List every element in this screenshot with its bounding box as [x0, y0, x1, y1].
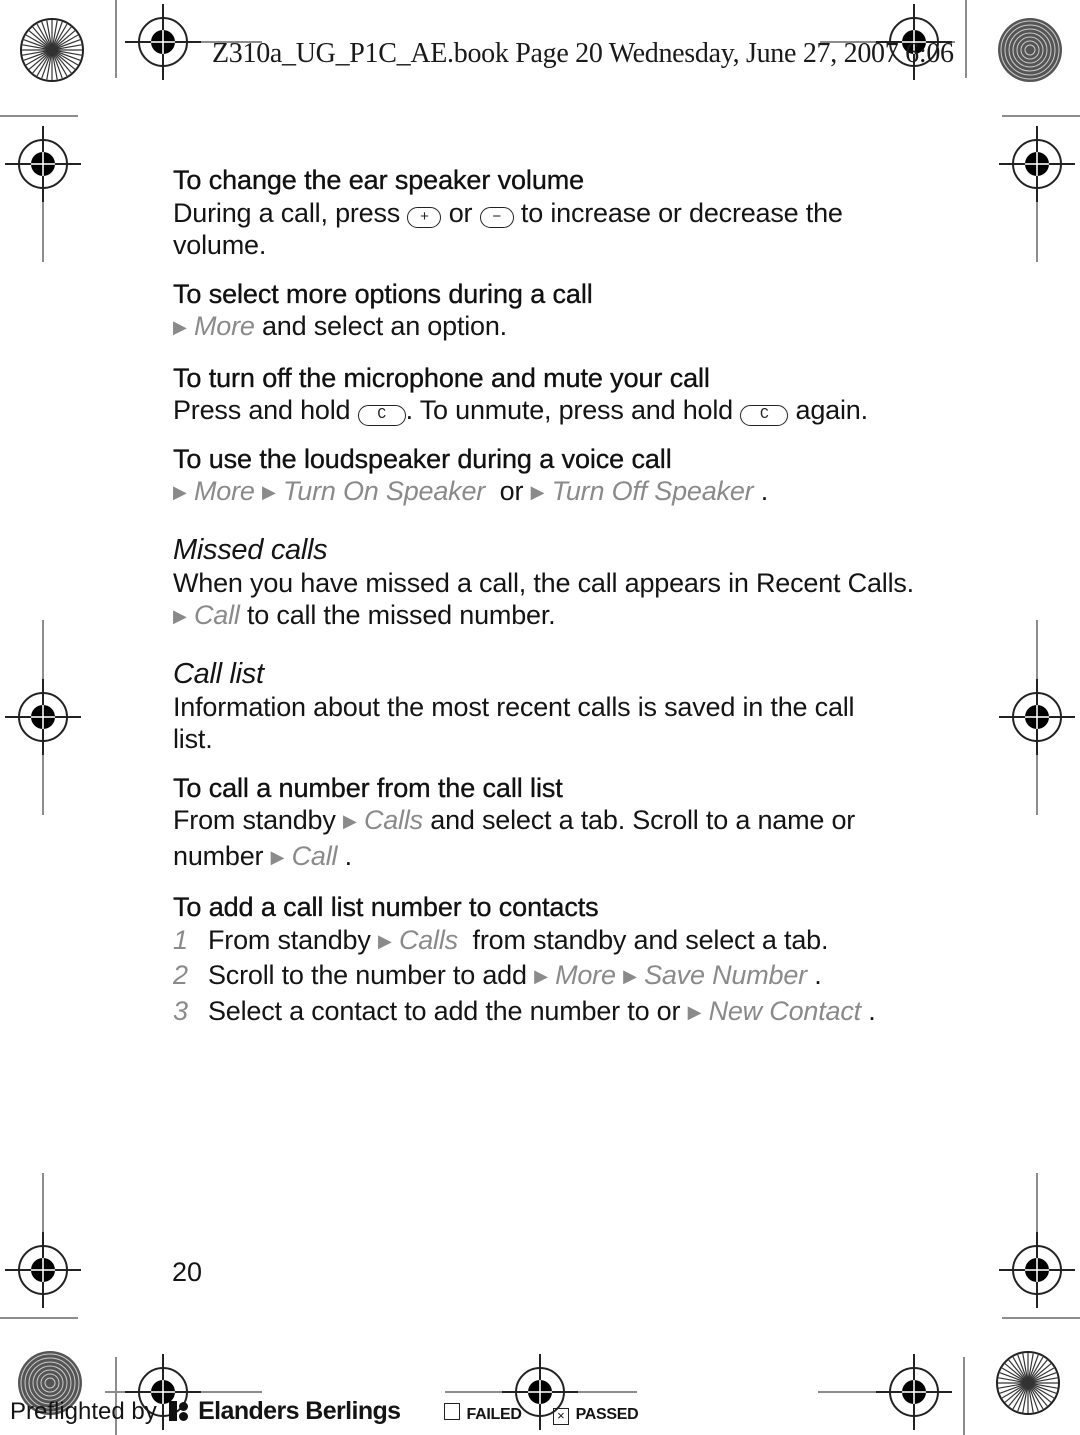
list-item: 2 Scroll to the number to add ▶ More ▶ S… — [173, 959, 933, 995]
registration-mark-right-upper — [998, 125, 1076, 203]
text-run: and select an option. — [254, 311, 507, 341]
section-text: Information about the most recent calls … — [173, 691, 855, 755]
book-slug-header: Z310a_UG_P1C_AE.book Page 20 Wednesday, … — [212, 38, 954, 69]
step-number: 3 — [173, 995, 188, 1026]
preflight-label: Preflighted by — [10, 1398, 157, 1425]
text-run: . — [337, 840, 353, 871]
text-run: or — [441, 197, 480, 228]
section-text: During a call, press + or − to increase … — [173, 197, 933, 262]
arrow-right-icon: ▶ — [530, 482, 545, 502]
section-text: From standby ▶ Calls and select a tab. S… — [173, 804, 893, 875]
registration-mark-bottom-right — [875, 1353, 953, 1431]
menu-item-more: More — [193, 476, 255, 506]
text-run: When you have missed a call, the call ap… — [173, 567, 914, 598]
section-title: Call list — [173, 657, 264, 690]
text-run: or — [485, 476, 531, 506]
menu-item-call: Call — [193, 600, 240, 630]
arrow-right-icon: ▶ — [623, 966, 637, 986]
failed-label: FAILED — [466, 1406, 522, 1423]
brand-name: Elanders Berlings — [198, 1397, 401, 1425]
arrow-right-icon: ▶ — [270, 846, 285, 867]
arrow-right-icon: ▶ — [534, 966, 548, 986]
section-ear-volume: To change the ear speaker volume During … — [173, 164, 933, 262]
section-heading: To use the loudspeaker during a voice ca… — [173, 443, 672, 474]
section-heading: To call a number from the call list — [173, 772, 563, 803]
section-loudspeaker: To use the loudspeaker during a voice ca… — [173, 443, 933, 511]
registration-mark-top-left — [124, 3, 202, 81]
list-item: 1 From standby ▶ Calls from standby and … — [173, 924, 933, 960]
preflight-stamp: Preflighted by Elanders Berlings FAILED … — [10, 1397, 639, 1426]
steps-list: 1 From standby ▶ Calls from standby and … — [173, 924, 933, 1031]
clear-key-icon: C — [357, 405, 406, 426]
list-item: 3 Select a contact to add the number to … — [173, 995, 933, 1031]
section-title: Missed calls — [173, 533, 328, 566]
arrow-right-icon: ▶ — [377, 930, 392, 951]
text-run: From standby — [173, 805, 343, 835]
text-run: again. — [788, 395, 869, 425]
arrow-right-icon: ▶ — [173, 606, 187, 626]
text-run: . To unmute, press and hold — [405, 395, 741, 425]
starburst-mark-bottom-right — [996, 1351, 1060, 1415]
page-content: To change the ear speaker volume During … — [173, 164, 933, 1046]
section-missed-calls: Missed calls When you have missed a call… — [173, 533, 933, 635]
arrow-right-icon: ▶ — [262, 482, 276, 502]
text-run: Select a contact to add the number to or — [208, 995, 688, 1026]
text-run: Scroll to the number to add — [208, 960, 535, 990]
arrow-right-icon: ▶ — [687, 1001, 702, 1022]
text-run: During a call, press — [173, 197, 408, 228]
failed-checkbox — [443, 1403, 460, 1420]
section-call-from-list: To call a number from the call list From… — [173, 772, 933, 876]
text-run: from standby and select a tab. — [457, 924, 829, 955]
step-number: 2 — [173, 960, 188, 990]
section-text: ▶ More and select an option. — [173, 310, 933, 346]
registration-mark-left-lower — [4, 1231, 82, 1309]
volume-down-key-icon: − — [479, 206, 514, 228]
step-number: 1 — [173, 924, 188, 955]
menu-item-calls: Calls — [398, 924, 458, 955]
section-text: Press and hold C. To unmute, press and h… — [173, 394, 933, 427]
elanders-logo-icon — [169, 1401, 191, 1421]
section-heading: To select more options during a call — [173, 278, 593, 309]
section-heading: To turn off the microphone and mute your… — [173, 362, 710, 393]
registration-mark-left-upper — [4, 125, 82, 203]
menu-item-more: More — [555, 960, 616, 990]
menu-item-turn-off-speaker: Turn Off Speaker — [551, 476, 754, 506]
text-run: Press and hold — [173, 395, 358, 425]
arrow-right-icon: ▶ — [342, 811, 357, 831]
section-call-list: Call list Information about the most rec… — [173, 657, 933, 756]
arrow-right-icon: ▶ — [173, 482, 187, 502]
starburst-mark-top-left — [20, 18, 84, 82]
section-text: ▶ More ▶ Turn On Speaker or ▶ Turn Off S… — [173, 475, 933, 511]
section-heading: To add a call list number to contacts — [173, 892, 599, 922]
section-more-options: To select more options during a call ▶ M… — [173, 278, 933, 346]
section-add-to-contacts: To add a call list number to contacts 1 … — [173, 891, 933, 1030]
passed-label: PASSED — [575, 1406, 639, 1423]
volume-up-key-icon: + — [407, 206, 442, 228]
text-run: . — [753, 476, 769, 506]
section-heading: To change the ear speaker volume — [173, 165, 585, 195]
menu-item-new-contact: New Contact — [708, 995, 862, 1026]
section-mute: To turn off the microphone and mute your… — [173, 362, 933, 427]
concentric-mark-top-right — [997, 17, 1063, 83]
text-run: . — [860, 995, 876, 1026]
registration-mark-left-middle — [4, 678, 82, 756]
menu-item-calls: Calls — [363, 805, 423, 835]
section-text: When you have missed a call, the call ap… — [173, 567, 933, 635]
passed-checkbox: × — [552, 1408, 569, 1425]
registration-mark-right-lower — [998, 1231, 1076, 1309]
menu-item-save-number: Save Number — [644, 960, 807, 990]
page-number: 20 — [172, 1257, 203, 1287]
text-run: From standby — [208, 924, 378, 955]
text-run: to call the missed number. — [239, 600, 556, 630]
menu-item-turn-on-speaker: Turn On Speaker — [282, 476, 486, 506]
text-run: . — [806, 960, 822, 990]
menu-item-call: Call — [291, 840, 338, 871]
clear-key-icon: C — [740, 405, 789, 426]
arrow-right-icon: ▶ — [173, 317, 187, 337]
registration-mark-right-middle — [998, 678, 1076, 756]
menu-item-more: More — [193, 311, 255, 341]
